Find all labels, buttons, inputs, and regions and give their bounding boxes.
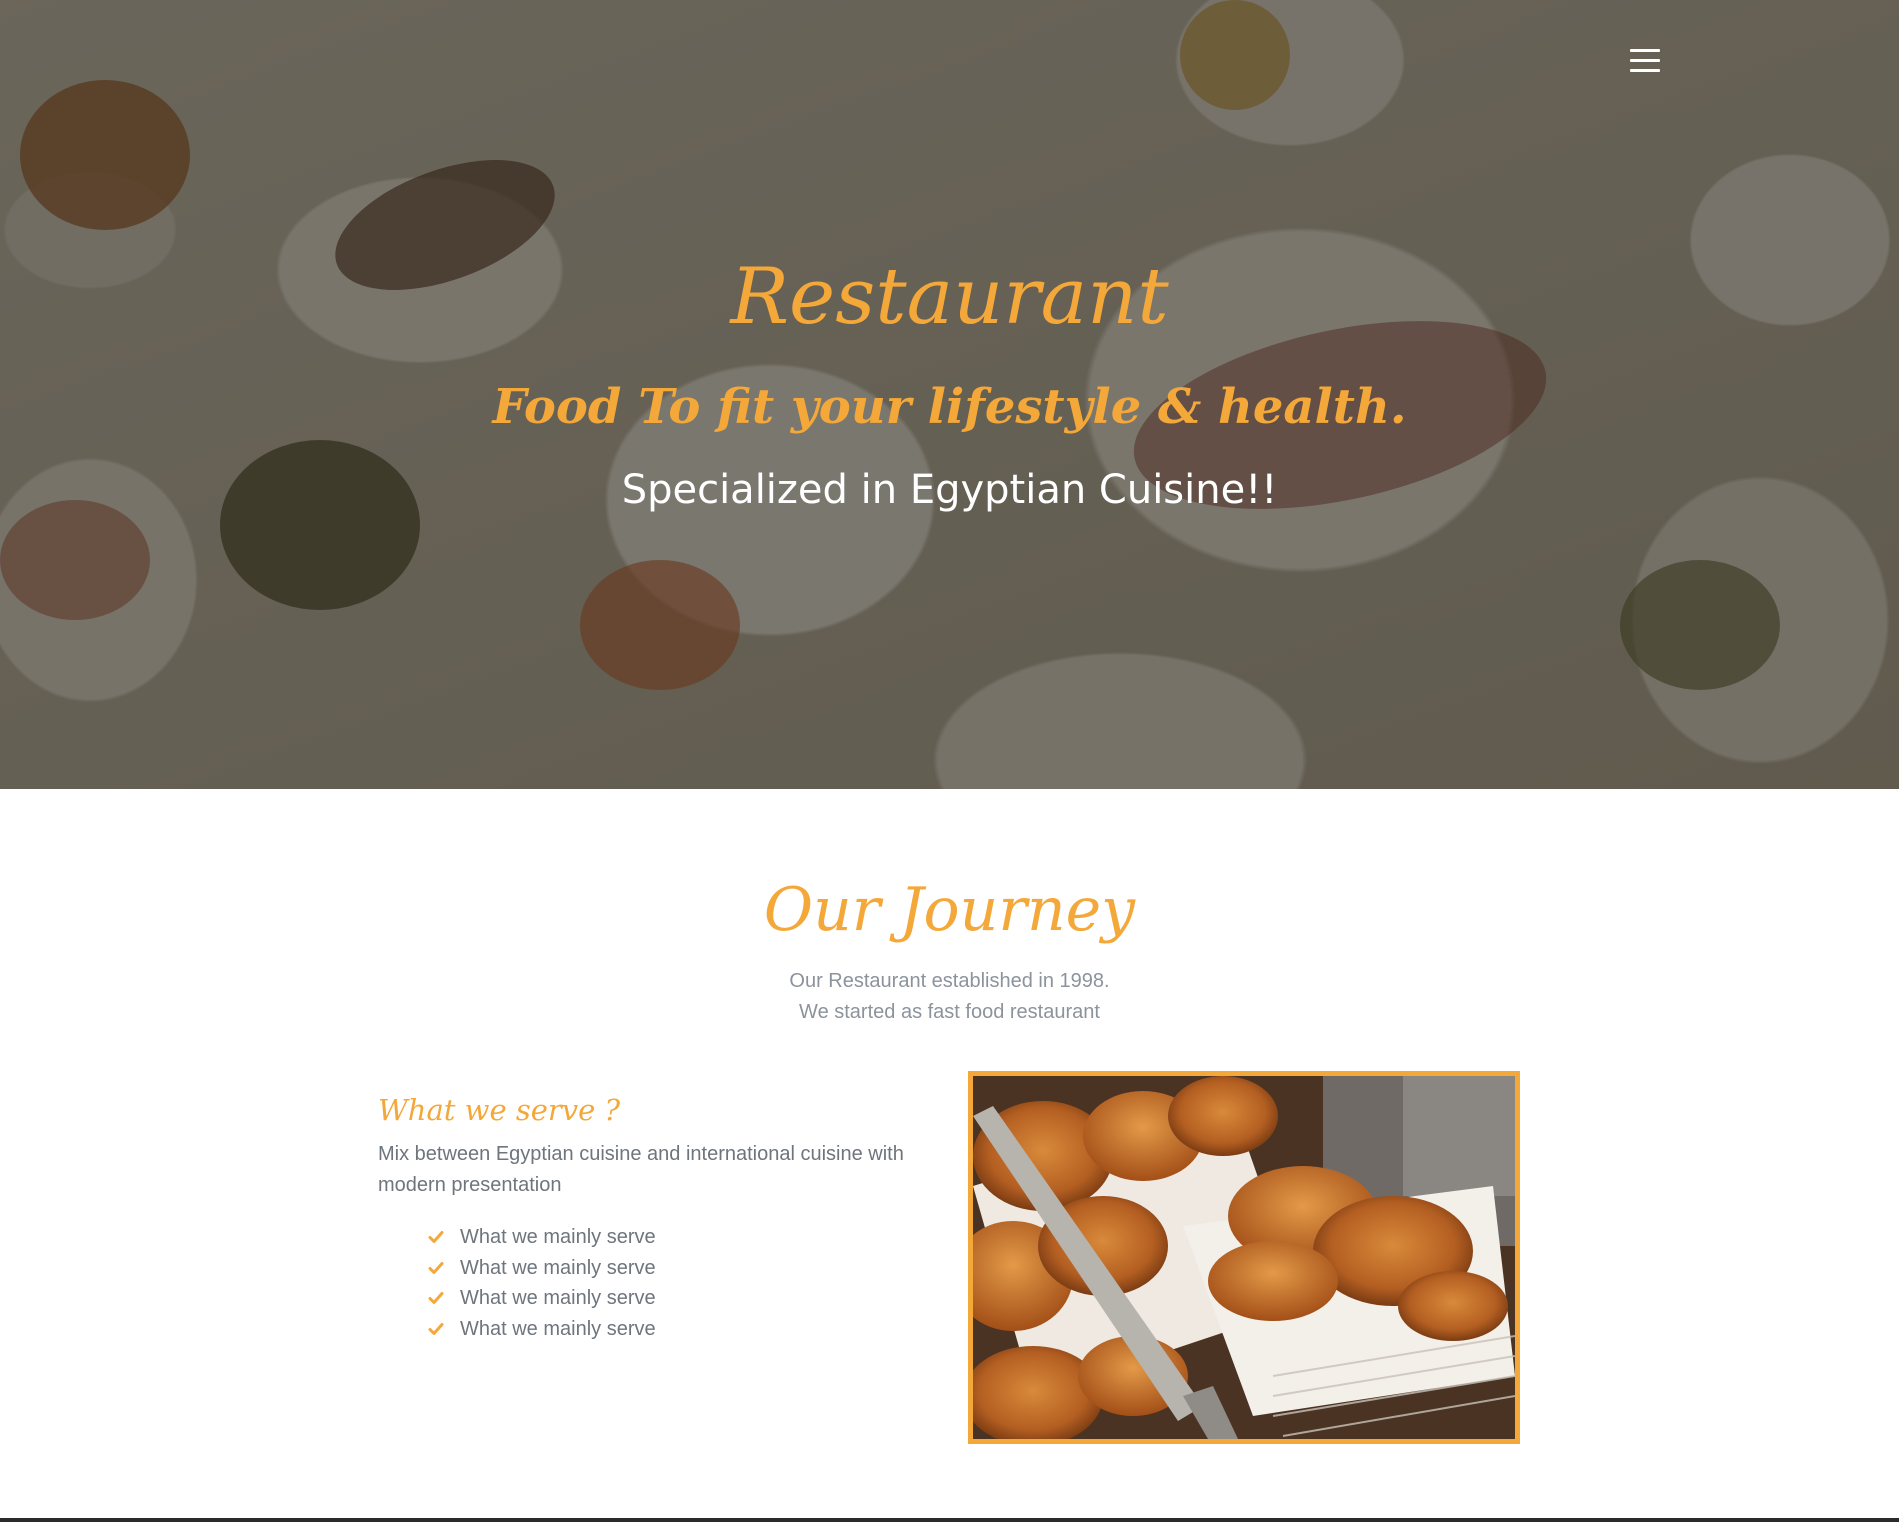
hamburger-menu-icon[interactable] xyxy=(1630,49,1660,76)
list-item: What we mainly serve xyxy=(428,1314,938,1345)
check-icon xyxy=(428,1231,444,1244)
serve-block: What we serve ? Mix between Egyptian cui… xyxy=(378,1093,938,1344)
check-icon xyxy=(428,1261,444,1274)
journey-line: We started as fast food restaurant xyxy=(799,1001,1100,1023)
hero-tagline: Food To fit your lifestyle & health. xyxy=(492,379,1407,435)
list-item-label: What we mainly serve xyxy=(460,1317,656,1340)
serve-title: What we serve ? xyxy=(378,1093,621,1127)
list-item: What we mainly serve xyxy=(428,1222,938,1253)
fried-chicken-photo xyxy=(973,1076,1515,1439)
hero-subtitle: Specialized in Egyptian Cuisine!! xyxy=(621,467,1278,513)
serve-list: What we mainly serve What we mainly serv… xyxy=(378,1222,938,1344)
check-icon xyxy=(428,1322,444,1335)
footer-edge xyxy=(0,1518,1899,1522)
hero-title: Restaurant xyxy=(730,252,1169,342)
list-item-label: What we mainly serve xyxy=(460,1287,656,1309)
list-item-label: What we mainly serve xyxy=(460,1256,656,1279)
fried-chicken-image xyxy=(968,1071,1520,1444)
journey-line: Our Restaurant established in 1998. xyxy=(789,970,1110,992)
journey-description: Our Restaurant established in 1998. We s… xyxy=(0,966,1899,1028)
list-item-label: What we mainly serve xyxy=(460,1226,656,1248)
hero-section: Restaurant Food To fit your lifestyle & … xyxy=(0,0,1899,789)
list-item: What we mainly serve xyxy=(428,1253,938,1284)
check-icon xyxy=(428,1292,444,1305)
serve-description: Mix between Egyptian cuisine and interna… xyxy=(378,1143,904,1196)
list-item: What we mainly serve xyxy=(428,1283,938,1314)
journey-title: Our Journey xyxy=(763,875,1136,945)
